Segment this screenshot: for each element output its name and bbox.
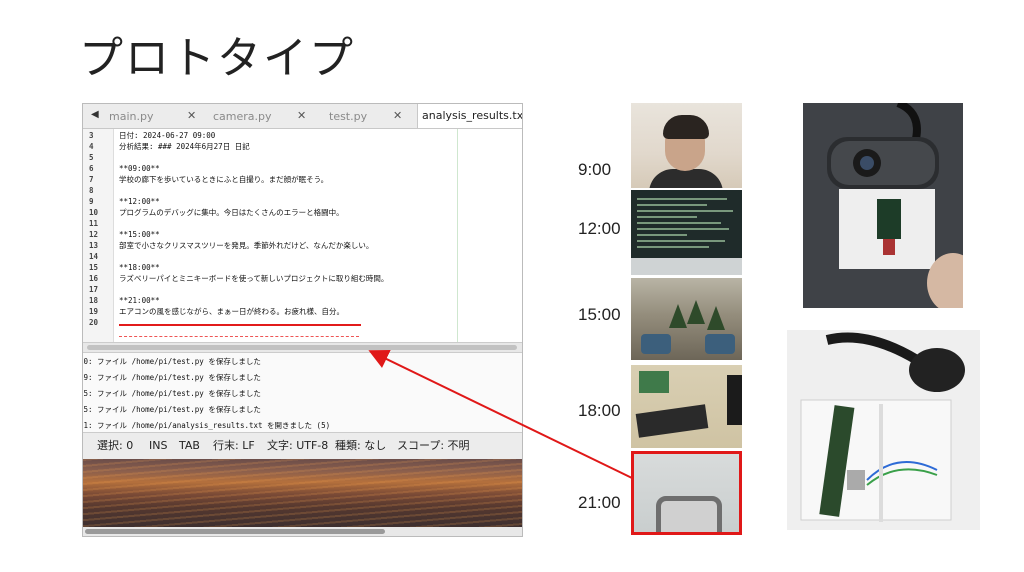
status-eol: 行末: LF	[213, 439, 255, 452]
line-text: 日付: 2024-06-27 09:00	[119, 131, 216, 140]
log-line: 15: ファイル /home/pi/test.py を保存しました	[82, 405, 261, 414]
editor-tab-bar: ◀ main.py ✕ camera.py ✕ test.py ✕ analys…	[83, 104, 522, 129]
log-line: 10: ファイル /home/pi/test.py を保存しました	[82, 357, 261, 366]
tab-main-py[interactable]: main.py	[109, 110, 153, 123]
line-text: 部室で小さなクリスマスツリーを発見。季節外れだけど、なんだか楽しい。	[119, 241, 374, 250]
highlight-underline	[119, 324, 361, 326]
time-label-0900: 9:00	[578, 160, 612, 179]
aircon-photo-2100	[631, 451, 742, 535]
line-text: **09:00**	[119, 164, 160, 173]
tab-camera-py[interactable]: camera.py	[213, 110, 272, 123]
line-number: 6	[89, 164, 94, 173]
line-number: 16	[89, 274, 99, 283]
line-number: 8	[89, 186, 94, 195]
status-ins: INS	[149, 439, 168, 452]
line-number: 15	[89, 263, 99, 272]
time-label-2100: 21:00	[578, 493, 621, 512]
line-number: 7	[89, 175, 94, 184]
status-selection: 選択: 0	[97, 439, 134, 452]
line-number: 14	[89, 252, 99, 261]
desktop-wallpaper	[83, 459, 522, 527]
close-icon[interactable]: ✕	[187, 109, 196, 122]
time-label-1200: 12:00	[578, 219, 621, 238]
line-text: **15:00**	[119, 230, 160, 239]
status-encoding: 文字: UTF-8	[267, 439, 329, 452]
webcam-device-photo	[803, 103, 963, 308]
line-number: 4	[89, 142, 94, 151]
line-text: **21:00**	[119, 296, 160, 305]
status-tab: TAB	[179, 439, 200, 452]
line-number: 12	[89, 230, 99, 239]
tab-analysis-results[interactable]: analysis_results.txt	[417, 104, 522, 128]
code-area[interactable]: 3 日付: 2024-06-27 09:00 4 分析結果: ### 2024年6月2…	[83, 129, 522, 343]
line-text: **18:00**	[119, 263, 160, 272]
close-icon[interactable]: ✕	[393, 109, 402, 122]
line-number: 20	[89, 318, 99, 327]
bottom-scrollbar[interactable]	[83, 527, 522, 536]
tab-scroll-left-icon[interactable]: ◀	[91, 109, 99, 120]
column-guide	[457, 129, 458, 343]
line-text: 分析結果: ### 2024年6月27日 日記	[119, 142, 250, 151]
line-number: 18	[89, 296, 99, 305]
status-type: 種類: なし	[335, 439, 387, 452]
log-line: 15: ファイル /home/pi/test.py を保存しました	[82, 389, 261, 398]
line-number: 17	[89, 285, 99, 294]
scrollbar-thumb[interactable]	[87, 345, 517, 350]
log-line: 29: ファイル /home/pi/test.py を保存しました	[82, 373, 261, 382]
time-label-1500: 15:00	[578, 305, 621, 324]
line-text: ラズベリーパイとミニキーボードを使って新しいプロジェクトに取り組む時間。	[119, 274, 389, 283]
line-number: 13	[89, 241, 99, 250]
line-text: エアコンの風を感じながら、まぁー日が終わる。お疲れ様、自分。	[119, 307, 344, 316]
device-interior-photo	[787, 330, 980, 530]
line-number: 5	[89, 153, 94, 162]
line-number: 11	[89, 219, 99, 228]
line-text: 学校の廊下を歩いているときにふと自撮り。まだ顔が眠そう。	[119, 175, 329, 184]
close-icon[interactable]: ✕	[297, 109, 306, 122]
line-number: 9	[89, 197, 94, 206]
status-scope: スコープ: 不明	[397, 439, 470, 452]
log-line: 21: ファイル /home/pi/analysis_results.txt を…	[82, 421, 331, 430]
time-label-1800: 18:00	[578, 401, 621, 420]
dashed-underline	[119, 336, 359, 337]
christmas-tree-photo-1500	[631, 278, 742, 360]
line-number: 10	[89, 208, 99, 217]
debug-screen-photo-1200	[631, 190, 742, 275]
raspberry-pi-photo-1800	[631, 365, 742, 448]
scrollbar-thumb[interactable]	[85, 529, 385, 534]
line-number: 19	[89, 307, 99, 316]
slide-title: プロトタイプ	[79, 33, 355, 84]
horizontal-scrollbar[interactable]	[83, 342, 522, 352]
tab-test-py[interactable]: test.py	[329, 110, 367, 123]
selfie-photo-0900	[631, 103, 742, 188]
text-editor-window: ◀ main.py ✕ camera.py ✕ test.py ✕ analys…	[82, 103, 523, 537]
message-log: 10: ファイル /home/pi/test.py を保存しました 29: ファイ…	[83, 352, 522, 433]
line-text: **12:00**	[119, 197, 160, 206]
status-bar: 選択: 0 INS TAB 行末: LF 文字: UTF-8 種類: なし スコ…	[83, 432, 522, 459]
line-number: 3	[89, 131, 94, 140]
line-text: プログラムのデバッグに集中。今日はたくさんのエラーと格闘中。	[119, 208, 344, 217]
